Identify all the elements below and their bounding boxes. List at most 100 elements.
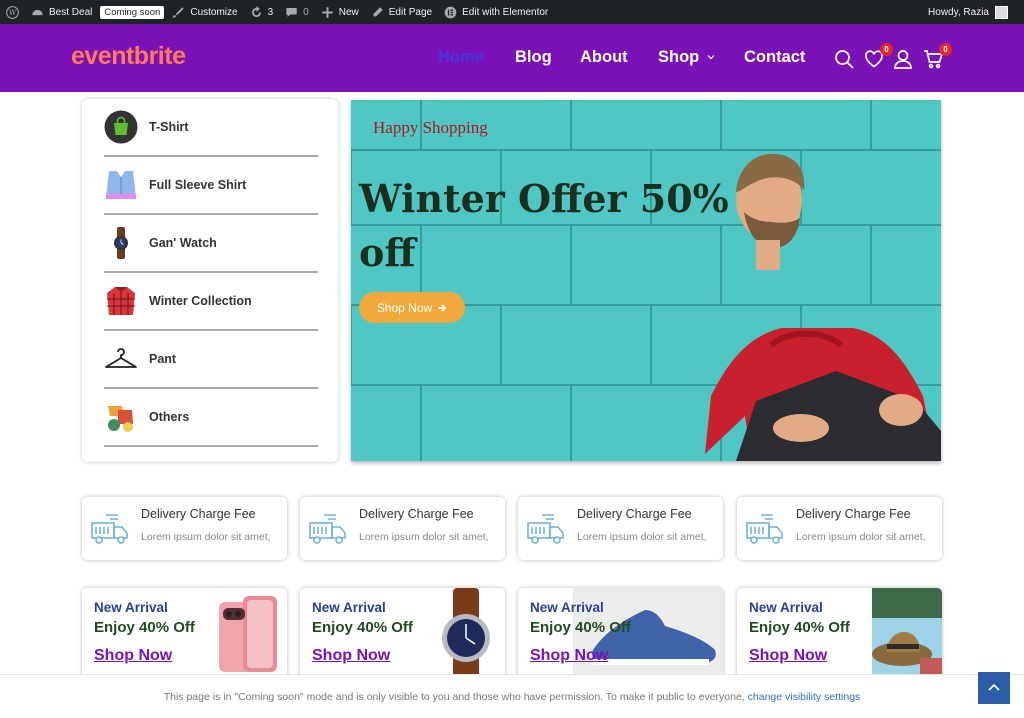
arrival-card[interactable]: New Arrival Enjoy 40% Off Shop Now bbox=[737, 588, 942, 688]
site-name-menu[interactable]: Best Deal bbox=[25, 0, 98, 24]
arrival-shop-now-link[interactable]: Shop Now bbox=[312, 647, 390, 665]
category-item-winter-collection[interactable]: Winter Collection bbox=[104, 273, 318, 331]
hero-banner: Happy Shopping Winter Offer 50% off Shop… bbox=[351, 100, 941, 461]
delivery-card[interactable]: Delivery Charge Fee Lorem ipsum dolor si… bbox=[300, 497, 505, 560]
arrival-offer: Enjoy 40% Off bbox=[530, 619, 631, 636]
category-label: Gan' Watch bbox=[149, 236, 217, 250]
category-item-full-sleeve-shirt[interactable]: Full Sleeve Shirt bbox=[104, 157, 318, 215]
winter-jacket-icon bbox=[104, 284, 138, 318]
svg-text:W: W bbox=[9, 8, 17, 17]
customize-link[interactable]: Customize bbox=[166, 0, 243, 24]
delivery-truck-icon bbox=[527, 514, 564, 544]
notice-text: This page is in "Coming soon" mode and i… bbox=[163, 691, 745, 703]
edit-elementor-link[interactable]: Edit with Elementor bbox=[438, 0, 554, 24]
delivery-title: Delivery Charge Fee bbox=[577, 507, 692, 521]
arrival-card[interactable]: New Arrival Enjoy 40% Off Shop Now bbox=[518, 588, 723, 688]
chevron-down-icon bbox=[707, 55, 715, 60]
elementor-icon bbox=[444, 6, 457, 18]
shirt-icon bbox=[104, 168, 138, 202]
pencil-icon bbox=[373, 6, 383, 16]
paintbrush-icon bbox=[172, 6, 185, 18]
delivery-truck-icon bbox=[309, 514, 346, 544]
site-header: eventbrite Home Blog About Shop Contact … bbox=[0, 24, 1024, 92]
brick-wall-background bbox=[351, 100, 941, 461]
arrival-offer: Enjoy 40% Off bbox=[749, 619, 850, 636]
delivery-card[interactable]: Delivery Charge Fee Lorem ipsum dolor si… bbox=[82, 497, 287, 560]
arrival-tag: New Arrival bbox=[312, 600, 386, 615]
shopping-bag-icon bbox=[104, 110, 138, 144]
nav-about[interactable]: About bbox=[580, 48, 628, 67]
delivery-title: Delivery Charge Fee bbox=[359, 507, 474, 521]
coming-soon-badge: Coming soon bbox=[100, 5, 165, 19]
wishlist-button[interactable]: 0 bbox=[864, 43, 893, 69]
delivery-title: Delivery Charge Fee bbox=[796, 507, 911, 521]
delivery-truck-icon bbox=[746, 514, 783, 544]
avatar bbox=[995, 5, 1008, 19]
delivery-title: Delivery Charge Fee bbox=[141, 507, 256, 521]
delivery-card[interactable]: Delivery Charge Fee Lorem ipsum dolor si… bbox=[737, 497, 942, 560]
nav-shop-label: Shop bbox=[658, 48, 700, 66]
clothes-pile-icon bbox=[104, 400, 138, 434]
site-logo[interactable]: eventbrite bbox=[71, 42, 186, 71]
delivery-card[interactable]: Delivery Charge Fee Lorem ipsum dolor si… bbox=[518, 497, 723, 560]
account-icon[interactable] bbox=[893, 49, 913, 69]
hero-subtitle: Happy Shopping bbox=[373, 118, 488, 137]
howdy-label: Howdy, Razia bbox=[928, 6, 989, 18]
coming-soon-indicator[interactable]: Coming soon bbox=[98, 0, 166, 24]
category-label: T-Shirt bbox=[149, 120, 189, 134]
nav-home[interactable]: Home bbox=[438, 48, 484, 67]
shop-now-label: Shop Now bbox=[376, 300, 433, 315]
comments-link[interactable]: 0 bbox=[279, 0, 315, 24]
delivery-description: Lorem ipsum dolor sit amet, bbox=[141, 531, 271, 543]
wristwatch-image bbox=[442, 588, 490, 688]
delivery-truck-icon bbox=[91, 514, 128, 544]
category-label: Full Sleeve Shirt bbox=[149, 178, 247, 192]
arrival-card[interactable]: New Arrival Enjoy 40% Off Shop Now bbox=[300, 588, 505, 688]
account-menu[interactable]: Howdy, Razia bbox=[928, 5, 1024, 19]
search-icon[interactable] bbox=[834, 49, 854, 69]
category-item-pant[interactable]: Pant bbox=[104, 331, 318, 389]
edit-elementor-label: Edit with Elementor bbox=[462, 6, 549, 18]
category-item-others[interactable]: Others bbox=[104, 389, 318, 447]
wp-admin-bar: W Best Deal Coming soon Customize 3 0 Ne… bbox=[0, 0, 1024, 24]
comments-count: 0 bbox=[303, 6, 309, 18]
new-content-menu[interactable]: New bbox=[315, 0, 365, 24]
arrival-shop-now-link[interactable]: Shop Now bbox=[94, 647, 172, 665]
updates-count: 3 bbox=[267, 6, 274, 18]
wishlist-count-badge: 0 bbox=[880, 43, 893, 56]
category-label: Others bbox=[149, 410, 190, 424]
wordpress-logo-icon[interactable]: W bbox=[0, 0, 25, 24]
updates-link[interactable]: 3 bbox=[244, 0, 280, 24]
customize-label: Customize bbox=[190, 6, 238, 18]
hanger-icon bbox=[104, 342, 138, 376]
category-item-watch[interactable]: Gan' Watch bbox=[104, 215, 318, 273]
plus-icon bbox=[322, 6, 333, 18]
dashboard-icon bbox=[32, 9, 43, 15]
scroll-to-top-button[interactable] bbox=[978, 672, 1010, 704]
cart-button[interactable]: 0 bbox=[923, 43, 952, 69]
hero-shop-now-button[interactable]: Shop Now bbox=[359, 292, 465, 323]
cart-count-badge: 0 bbox=[939, 43, 952, 56]
new-label: New bbox=[338, 6, 359, 18]
delivery-description: Lorem ipsum dolor sit amet, bbox=[796, 531, 926, 543]
arrival-tag: New Arrival bbox=[749, 600, 823, 615]
arrow-right-icon bbox=[438, 303, 447, 312]
comment-icon bbox=[286, 7, 297, 17]
pink-phone-image bbox=[219, 596, 277, 672]
wristwatch-icon bbox=[104, 226, 138, 260]
straw-hat-image bbox=[872, 588, 942, 688]
change-visibility-link[interactable]: change visibility settings bbox=[748, 691, 861, 703]
arrival-shop-now-link[interactable]: Shop Now bbox=[749, 647, 827, 665]
arrival-shop-now-link[interactable]: Shop Now bbox=[530, 647, 608, 665]
edit-page-link[interactable]: Edit Page bbox=[365, 0, 438, 24]
arrival-card[interactable]: New Arrival Enjoy 40% Off Shop Now bbox=[82, 588, 287, 688]
category-panel: T-Shirt Full Sleeve Shirt Gan' Watch Win… bbox=[82, 99, 338, 462]
category-item-tshirt[interactable]: T-Shirt bbox=[104, 99, 318, 157]
category-label: Winter Collection bbox=[149, 294, 252, 308]
arrival-offer: Enjoy 40% Off bbox=[312, 619, 413, 636]
nav-shop[interactable]: Shop bbox=[658, 48, 716, 67]
nav-blog[interactable]: Blog bbox=[515, 48, 552, 67]
chevron-up-icon bbox=[988, 683, 1000, 691]
delivery-description: Lorem ipsum dolor sit amet, bbox=[359, 531, 489, 543]
nav-contact[interactable]: Contact bbox=[744, 48, 805, 67]
